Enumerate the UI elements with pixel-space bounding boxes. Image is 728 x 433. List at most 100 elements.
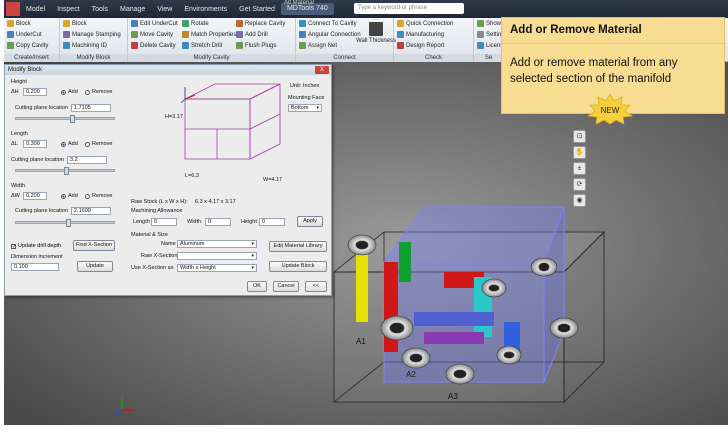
update-block-button[interactable]: Update Block [269,261,327,272]
dialog-title: Modify Block [5,65,331,75]
height-cut-label: Cutting plane location [15,105,68,111]
ribbon-btn-add-drill[interactable]: Add Drill [236,31,268,38]
length-add-radio[interactable]: Add [61,141,78,147]
ribbon-btn-match-properties[interactable]: Match Properties [182,31,236,38]
width-delta-input[interactable]: 0.200 [23,192,47,200]
callout-title: Add or Remove Material [510,24,642,36]
tab-model[interactable]: Model [20,6,51,13]
height-remove-radio[interactable]: Remove [85,89,112,95]
wall-thickness-icon [369,22,383,36]
ribbon-btn-machining-id[interactable]: Machining ID [63,42,107,49]
length-label: Length [11,131,28,137]
length-delta-input[interactable]: 0.300 [23,140,47,148]
copy-icon [7,42,14,49]
ribbon-btn-manage-stamping[interactable]: Manage Stamping [63,31,121,38]
material-name-select[interactable]: Aluminum [177,240,257,248]
ribbon-btn-stretch-drill[interactable]: Stretch Drill [182,42,222,49]
tab-environments[interactable]: Environments [178,6,233,13]
id-icon [63,42,70,49]
height-cut-input[interactable]: 1.7105 [71,104,111,112]
tab-view[interactable]: View [151,6,178,13]
width-remove-radio[interactable]: Remove [85,193,112,199]
undercut-icon [7,31,14,38]
manufacturing-icon [397,31,404,38]
ribbon-btn-copy-cavity[interactable]: Copy Cavity [7,42,48,49]
preview-length-label: L=6.3 [185,173,199,179]
width-slider[interactable] [15,219,115,227]
close-button[interactable]: X [315,66,329,74]
ribbon-btn-replace-cavity[interactable]: Replace Cavity [236,20,285,27]
app-menu-button[interactable] [6,2,20,16]
mounting-face-select[interactable]: Bottom [288,104,322,112]
ribbon-btn-assign-net[interactable]: Assign Net [299,42,337,49]
height-add-radio[interactable]: Add [61,89,78,95]
tab-get-started[interactable]: Get Started [233,6,281,13]
edit-icon [131,20,138,27]
update-drill-depth-checkbox[interactable]: ✓ Update drill depth [11,243,61,249]
length-slider-thumb[interactable] [64,167,69,175]
find-xsection-button[interactable]: Find X-Section [73,240,115,251]
ribbon-btn-design-report[interactable]: Design Report [397,42,444,49]
nav-pan-icon[interactable]: ✋ [573,146,586,159]
ribbon-btn-manufacturing[interactable]: Manufacturing [397,31,444,38]
ok-button[interactable]: OK [247,281,267,292]
collapse-button[interactable]: << [305,281,327,292]
height-slider[interactable] [15,115,115,123]
ribbon-group-label: Connect [296,54,393,62]
width-add-radio[interactable]: Add [61,193,78,199]
tab-inspect[interactable]: Inspect [51,6,86,13]
ribbon-btn-block[interactable]: Block [7,20,31,27]
allowance-width-input[interactable]: 0 [205,218,231,226]
allowance-length-input[interactable]: 0 [151,218,177,226]
nav-zoom-icon[interactable]: ± [573,162,586,175]
ribbon-btn-modify-block[interactable]: Block [63,20,87,27]
width-cut-input[interactable]: 2.1609 [71,207,111,215]
ribbon-btn-angular-connection[interactable]: Angular Connection [299,31,361,38]
edit-material-library-button[interactable]: Edit Material Library [269,241,327,252]
use-xsection-select[interactable]: Width x Height [177,264,257,272]
nav-full-icon[interactable]: ⊡ [573,130,586,143]
apply-button[interactable]: Apply [297,216,323,227]
length-cut-label: Cutting plane location [11,157,64,163]
tab-manage[interactable]: Manage [114,6,151,13]
nav-orbit-icon[interactable]: ⟳ [573,178,586,191]
ribbon-btn-edit-undercut[interactable]: Edit UnderCut [131,20,178,27]
cancel-button[interactable]: Cancel [273,281,299,292]
ribbon-btn-connect-to-cavity[interactable]: Connect To Cavity [299,20,357,27]
allowance-height-input[interactable]: 0 [259,218,285,226]
connect-icon [299,20,306,27]
ribbon-group-settings: Show/H Settings License Se [474,18,508,62]
width-delta-label: ΔW [11,193,20,199]
ribbon-group-label: Modify Cavity [128,54,295,62]
mounting-face-label: Mounting Face [288,95,325,101]
dimension-increment-input[interactable]: 0.100 [11,263,59,271]
document-title: Alt Material [284,0,315,6]
length-slider[interactable] [15,167,115,175]
ribbon-btn-wall-thickness[interactable]: Wall Thickness [356,22,396,44]
nav-look-icon[interactable]: ◉ [573,194,586,207]
ribbon-btn-rotate[interactable]: Rotate [182,20,209,27]
ribbon-btn-flush-plugs[interactable]: Flush Plugs [236,42,276,49]
ribbon-btn-quick-connection[interactable]: Quick Connection [397,20,453,27]
machining-allowance-label: Machining Allowance [131,208,183,214]
ribbon-group-label: Se [474,54,503,62]
tab-tools[interactable]: Tools [86,6,114,13]
modify-block-dialog: Modify Block X Height ΔH 0.200 Add Remov… [4,64,332,296]
gear-icon [477,31,484,38]
ribbon-btn-move-cavity[interactable]: Move Cavity [131,31,173,38]
ribbon-btn-undercut[interactable]: UnderCut [7,31,42,38]
callout-divider [502,43,726,44]
height-delta-input[interactable]: 0.200 [23,88,47,96]
height-slider-thumb[interactable] [70,115,75,123]
raw-xsection-select[interactable] [177,252,257,260]
ribbon-btn-delete-cavity[interactable]: Delete Cavity [131,42,176,49]
length-remove-radio[interactable]: Remove [85,141,112,147]
ribbon-group-label: Modify Block [60,54,127,62]
ribbon-group-label: Check [394,54,473,62]
update-button[interactable]: Update [77,261,113,272]
length-cut-input[interactable]: 3.2 [67,156,107,164]
width-slider-thumb[interactable] [66,219,71,227]
search-input[interactable]: Type a keyword or phrase [354,3,464,14]
ribbon-group-label: Create/Insert [4,54,59,62]
material-name-label: Name [161,241,176,247]
